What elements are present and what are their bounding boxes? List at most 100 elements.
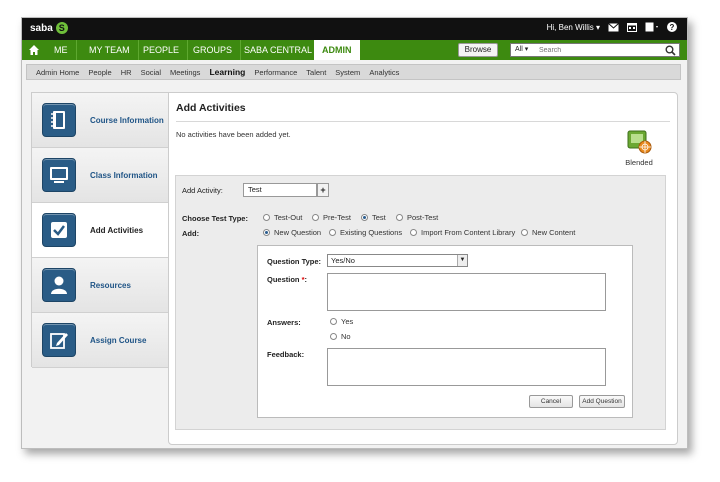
browse-button[interactable]: Browse [458, 43, 498, 57]
radio-label: Import From Content Library [421, 228, 516, 237]
add-question-button[interactable]: Add Question [579, 395, 625, 408]
add-activity-field[interactable]: Test [243, 183, 317, 197]
home-icon[interactable] [28, 44, 40, 56]
question-label-colon: : [304, 275, 308, 284]
radio-new-content[interactable]: New Content [521, 228, 575, 237]
radio-answer-no[interactable]: No [330, 332, 351, 341]
user-greeting: Hi, Ben Willis [546, 22, 594, 32]
nav-admin[interactable]: ADMIN [314, 40, 360, 60]
checkbox-icon [42, 213, 76, 247]
feedback-label: Feedback: [267, 350, 305, 359]
new-question-box: Question Type: Yes/No ▼ Question *: Answ… [257, 245, 633, 418]
subnav-talent[interactable]: Talent [306, 68, 326, 77]
empty-activities-message: No activities have been added yet. [176, 130, 291, 139]
saba-logo[interactable]: saba S [30, 22, 68, 34]
step-class-information[interactable]: Class Information [32, 148, 169, 203]
blended-activity-button[interactable]: Blended [624, 128, 654, 167]
main-nav: ME MY TEAM PEOPLE GROUPS SABA CENTRAL AD… [22, 40, 687, 60]
notebook-icon [42, 103, 76, 137]
subnav-learning[interactable]: Learning [209, 67, 245, 77]
radio-label: Existing Questions [340, 228, 403, 237]
search-input[interactable] [539, 45, 659, 56]
activity-form: Add Activity: Test + Choose Test Type: T… [175, 175, 666, 430]
cancel-button[interactable]: Cancel [529, 395, 573, 408]
radio-test[interactable]: Test [361, 213, 386, 222]
step-label: Course Information [90, 115, 164, 125]
radio-import-content-library[interactable]: Import From Content Library [410, 228, 515, 237]
bookmark-icon[interactable] [645, 22, 659, 32]
edit-icon [42, 323, 76, 357]
blended-icon [627, 130, 652, 154]
question-textarea[interactable] [327, 273, 606, 311]
radio-label: Test-Out [274, 213, 303, 222]
app-window: saba S Hi, Ben Willis ▾ ? ME MY TEAM PEO… [21, 17, 688, 449]
radio-test-out[interactable]: Test-Out [263, 213, 302, 222]
subnav-admin-home[interactable]: Admin Home [36, 68, 79, 77]
chevron-down-icon: ▼ [457, 255, 467, 266]
radio-dot [263, 214, 270, 221]
radio-label: Pre-Test [323, 213, 351, 222]
calendar-icon[interactable] [627, 22, 637, 32]
nav-groups[interactable]: GROUPS [185, 40, 242, 60]
nav-me[interactable]: ME [46, 40, 77, 60]
answers-label: Answers: [267, 318, 301, 327]
add-activity-button[interactable]: + [317, 183, 329, 197]
subnav-meetings[interactable]: Meetings [170, 68, 200, 77]
page-title: Add Activities [176, 102, 246, 114]
feedback-textarea[interactable] [327, 348, 606, 386]
radio-existing-questions[interactable]: Existing Questions [329, 228, 402, 237]
nav-saba-central[interactable]: SABA CENTRAL [236, 40, 322, 60]
user-area: Hi, Ben Willis ▾ ? [547, 22, 677, 32]
step-label: Resources [90, 280, 131, 290]
radio-dot [329, 229, 336, 236]
subnav-hr[interactable]: HR [121, 68, 132, 77]
blended-label: Blended [625, 158, 653, 167]
radio-label: No [341, 332, 351, 341]
radio-dot [521, 229, 528, 236]
subnav-people[interactable]: People [88, 68, 111, 77]
radio-post-test[interactable]: Post-Test [396, 213, 438, 222]
search-scope-value: All [515, 46, 523, 53]
step-label: Assign Course [90, 335, 147, 345]
step-add-activities[interactable]: Add Activities [32, 203, 169, 258]
radio-label: Yes [341, 317, 354, 326]
radio-dot [361, 214, 368, 221]
add-label: Add: [182, 229, 200, 238]
search-icon[interactable] [665, 45, 676, 56]
search-box: All ▾ [510, 43, 680, 57]
radio-label: Post-Test [407, 213, 439, 222]
subnav-system[interactable]: System [335, 68, 360, 77]
add-activity-label: Add Activity: [182, 186, 223, 195]
radio-dot [410, 229, 417, 236]
radio-pre-test[interactable]: Pre-Test [312, 213, 351, 222]
search-scope-select[interactable]: All ▾ [515, 44, 528, 56]
person-icon [42, 268, 76, 302]
question-type-label: Question Type: [267, 257, 322, 266]
step-label: Class Information [90, 170, 158, 180]
mail-icon[interactable] [608, 22, 619, 32]
radio-label: Test [372, 213, 386, 222]
step-assign-course[interactable]: Assign Course [32, 313, 169, 368]
question-type-value: Yes/No [331, 256, 355, 265]
subnav-performance[interactable]: Performance [254, 68, 297, 77]
subnav-social[interactable]: Social [141, 68, 161, 77]
sub-nav: Admin Home People HR Social Meetings Lea… [26, 64, 681, 80]
nav-people[interactable]: PEOPLE [135, 40, 189, 60]
user-greeting-menu[interactable]: Hi, Ben Willis ▾ [547, 23, 600, 32]
radio-label: New Question [274, 228, 322, 237]
subnav-analytics[interactable]: Analytics [369, 68, 399, 77]
question-label: Question *: [267, 275, 307, 284]
radio-label: New Content [532, 228, 576, 237]
radio-dot [396, 214, 403, 221]
step-course-information[interactable]: Course Information [32, 93, 169, 148]
radio-dot [263, 229, 270, 236]
step-resources[interactable]: Resources [32, 258, 169, 313]
radio-answer-yes[interactable]: Yes [330, 317, 353, 326]
help-icon[interactable]: ? [667, 22, 677, 32]
question-type-select[interactable]: Yes/No ▼ [327, 254, 468, 267]
radio-dot [330, 333, 337, 340]
radio-new-question[interactable]: New Question [263, 228, 321, 237]
nav-my-team[interactable]: MY TEAM [81, 40, 139, 60]
radio-dot [330, 318, 337, 325]
step-label: Add Activities [90, 225, 144, 235]
